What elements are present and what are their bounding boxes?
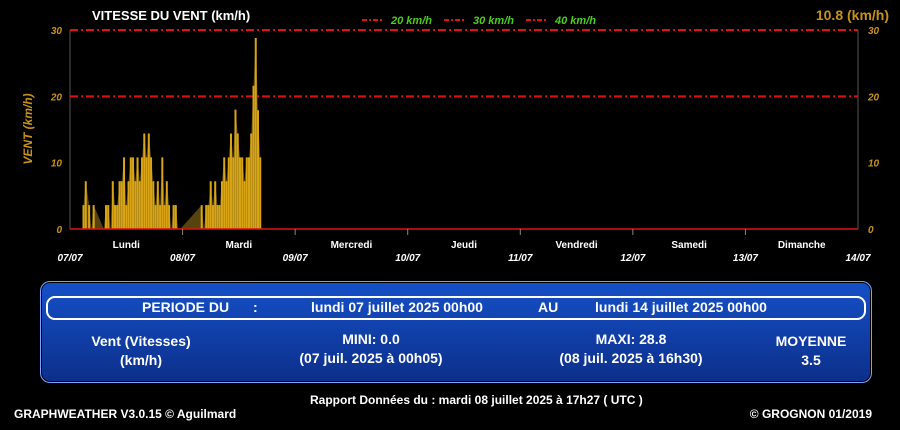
y-tick-label-right: 30	[868, 26, 880, 37]
x-day-label: Jeudi	[451, 240, 477, 251]
x-date-label: 09/07	[283, 253, 308, 264]
x-day-label: Dimanche	[778, 240, 826, 251]
period-colon: :	[253, 299, 258, 315]
variable-name: Vent (Vitesses) (km/h)	[51, 333, 231, 368]
x-date-label: 07/07	[57, 253, 82, 264]
chart-grid	[69, 29, 859, 229]
x-day-label: Samedi	[671, 240, 707, 251]
period-start: lundi 07 juillet 2025 00h00	[311, 299, 483, 315]
x-date-label: 12/07	[620, 253, 645, 264]
legend-label-20: 20 km/h	[390, 15, 432, 27]
period-label: PERIODE DU	[142, 299, 230, 315]
chart-title: VITESSE DU VENT (km/h)	[92, 8, 250, 23]
variable-unit: (km/h)	[120, 352, 162, 368]
chart-legend: 20 km/h 30 km/h 40 km/h	[362, 15, 596, 27]
legend-label-40: 40 km/h	[554, 15, 596, 27]
current-value: 10.8 (km/h)	[816, 7, 889, 23]
x-day-label: Vendredi	[555, 240, 597, 251]
x-date-label: 14/07	[845, 253, 870, 264]
y-tick-label-left: 0	[56, 225, 62, 236]
y-tick-label-right: 0	[868, 225, 874, 236]
maxi-date: (08 juil. 2025 à 16h30)	[559, 350, 703, 366]
maxi-stat: MAXI: 28.8 (08 juil. 2025 à 16h30)	[521, 331, 741, 366]
moyenne-stat: MOYENNE 3.5	[751, 333, 871, 368]
y-tick-label-left: 30	[51, 26, 63, 37]
period-box: PERIODE DU : lundi 07 juillet 2025 00h00…	[46, 296, 866, 320]
y-tick-label-left: 10	[51, 159, 63, 170]
x-date-label: 11/07	[508, 253, 533, 264]
moyenne-value: 3.5	[801, 352, 821, 368]
mini-stat: MINI: 0.0 (07 juil. 2025 à 00h05)	[261, 331, 481, 366]
footer-software: GRAPHWEATHER V3.0.15 © Aguilmard	[14, 407, 237, 421]
mini-date: (07 juil. 2025 à 00h05)	[299, 350, 443, 366]
summary-panel: PERIODE DU : lundi 07 juillet 2025 00h00…	[40, 281, 872, 383]
x-date-label: 13/07	[733, 253, 758, 264]
y-axis-label: VENT (km/h)	[21, 93, 35, 164]
period-au: AU	[538, 299, 559, 315]
y-tick-label-left: 20	[50, 92, 63, 103]
x-date-label: 10/07	[395, 253, 420, 264]
footer-report-date: Rapport Données du : mardi 08 juillet 20…	[310, 393, 643, 407]
variable-line1: Vent (Vitesses)	[91, 333, 191, 349]
period-end: lundi 14 juillet 2025 00h00	[595, 299, 767, 315]
x-date-label: 08/07	[170, 253, 195, 264]
wind-bars	[82, 37, 262, 230]
mini-value: MINI: 0.0	[342, 331, 400, 347]
x-day-label: Lundi	[113, 240, 140, 251]
moyenne-label: MOYENNE	[775, 333, 847, 349]
legend-label-30: 30 km/h	[473, 15, 514, 27]
wind-chart: VITESSE DU VENT (km/h) 10.8 (km/h) VENT …	[21, 7, 889, 264]
y-tick-label-right: 10	[868, 159, 880, 170]
y-tick-label-right: 20	[867, 92, 880, 103]
maxi-value: MAXI: 28.8	[595, 331, 667, 347]
x-day-label: Mercredi	[331, 240, 373, 251]
chart-axes: 0 0 10 10 20 20 30 30 07/07 08/07 09/07 10/07 11/07 1…	[50, 26, 880, 264]
footer-copyright: © GROGNON 01/2019	[749, 407, 872, 421]
x-day-label: Mardi	[226, 240, 253, 251]
